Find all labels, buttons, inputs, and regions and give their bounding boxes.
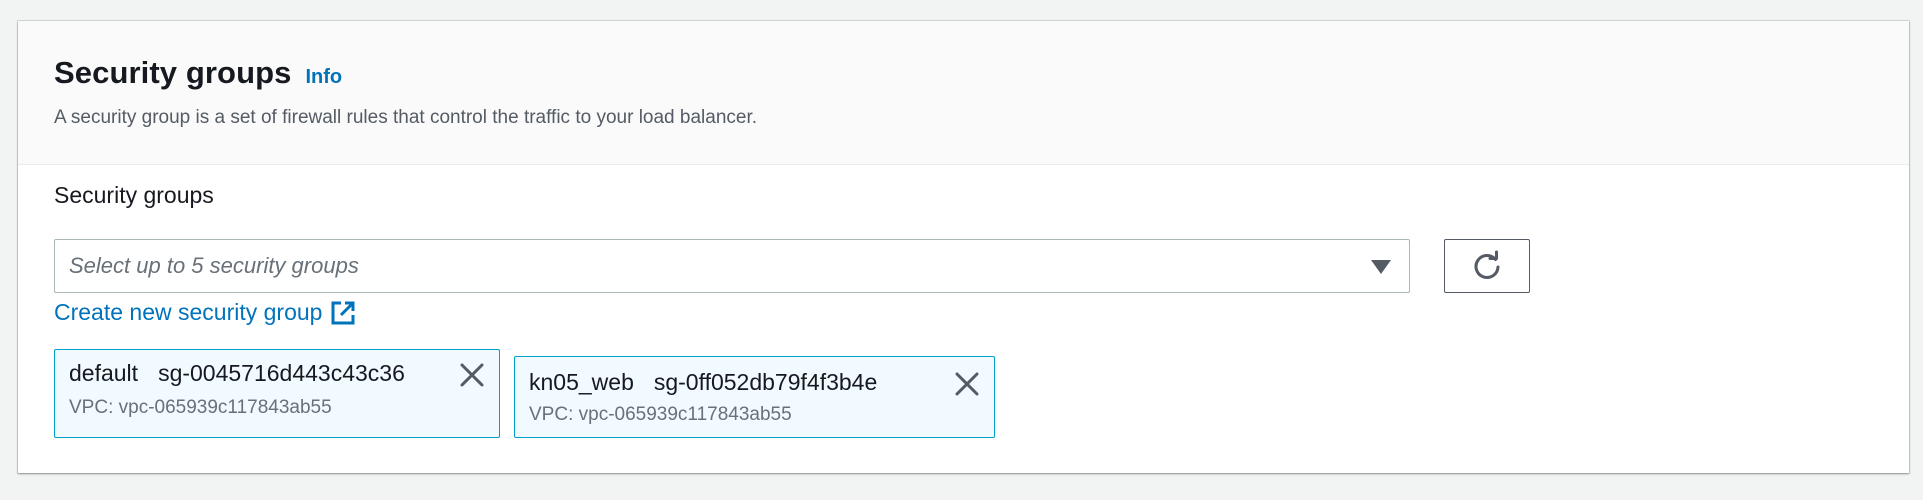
token-name: kn05_web	[529, 369, 634, 395]
close-icon[interactable]	[459, 362, 485, 388]
token-main: default sg-0045716d443c43c36	[69, 360, 405, 387]
select-placeholder: Select up to 5 security groups	[69, 253, 359, 278]
token-name: default	[69, 360, 139, 386]
token-main: kn05_web sg-0ff052db79f4f3b4e	[529, 369, 877, 396]
token-vpc: VPC: vpc-065939c117843ab55	[529, 404, 792, 425]
title-row: Security groups Info	[54, 55, 1873, 91]
refresh-button[interactable]	[1444, 239, 1530, 293]
refresh-icon	[1474, 250, 1500, 279]
section-description: A security group is a set of firewall ru…	[54, 107, 758, 128]
token-vpc: VPC: vpc-065939c117843ab55	[69, 397, 332, 418]
security-groups-select[interactable]: Select up to 5 security groups	[54, 239, 1410, 293]
security-groups-label: Security groups	[54, 182, 214, 208]
security-group-token: default sg-0045716d443c43c36 VPC: vpc-065…	[54, 349, 500, 438]
panel-header: Security groups Info A security group is…	[18, 21, 1909, 165]
info-link[interactable]: Info	[306, 66, 343, 89]
close-icon[interactable]	[954, 371, 980, 397]
caret-down-icon	[1371, 260, 1391, 274]
security-group-token: kn05_web sg-0ff052db79f4f3b4e VPC: vpc-06…	[514, 356, 995, 438]
create-link-label: Create new security group	[54, 299, 323, 325]
token-id: sg-0045716d443c43c36	[158, 360, 405, 386]
create-security-group-link[interactable]: Create new security group	[54, 299, 356, 326]
token-id: sg-0ff052db79f4f3b4e	[653, 369, 878, 395]
external-link-icon	[331, 301, 355, 324]
page-title: Security groups	[54, 55, 292, 90]
